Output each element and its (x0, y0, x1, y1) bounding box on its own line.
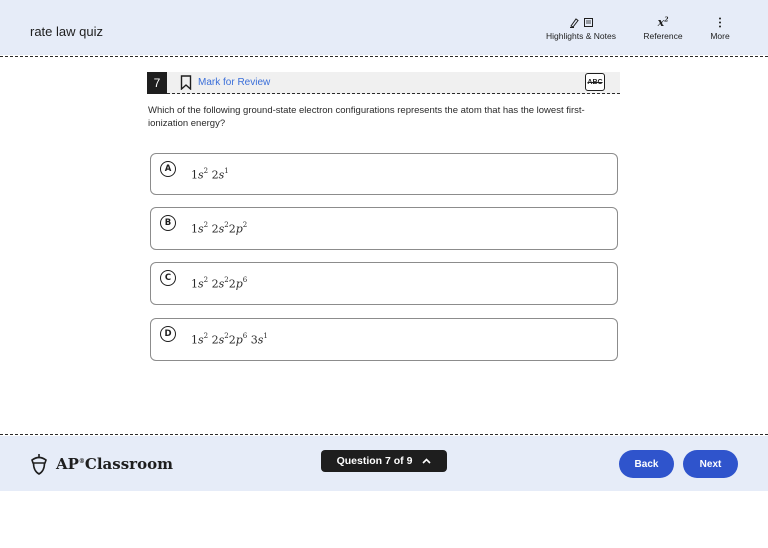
question-nav-label: Question 7 of 9 (336, 455, 413, 467)
answer-option-a[interactable]: A 1s2 2s1 (150, 153, 618, 195)
footer-divider (0, 434, 768, 435)
option-letter-c: C (160, 270, 176, 286)
answer-option-b[interactable]: B 1s2 2s22p2 (150, 207, 618, 250)
abc-label: ABC (587, 78, 603, 86)
answer-option-d[interactable]: D 1s2 2s22p6 3s1 (150, 318, 618, 361)
top-bar: rate law quiz Highlights & Notes x2 Refe… (0, 0, 768, 55)
question-navigator-button[interactable]: Question 7 of 9 (321, 450, 447, 472)
option-b-text: 1s2 2s22p2 (191, 221, 248, 236)
option-d-text: 1s2 2s22p6 3s1 (191, 332, 268, 347)
question-number: 7 (147, 72, 167, 94)
mark-for-review-button[interactable]: Mark for Review (180, 75, 270, 90)
option-letter-a: A (160, 161, 176, 177)
notes-icon (583, 18, 593, 27)
more-label: More (710, 31, 730, 41)
option-c-text: 1s2 2s22p6 (191, 276, 248, 291)
highlights-notes-button[interactable]: Highlights & Notes (538, 16, 624, 41)
quiz-title: rate law quiz (30, 24, 103, 39)
option-a-text: 1s2 2s1 (191, 167, 229, 182)
bookmark-icon (180, 75, 192, 90)
formula-icon: x2 (657, 16, 669, 29)
answer-eliminator-toggle[interactable]: ABC (585, 73, 605, 91)
ap-classroom-logo: AP®Classroom (30, 453, 173, 475)
question-bar: 7 Mark for Review ABC (147, 72, 620, 94)
more-button[interactable]: More (700, 16, 740, 41)
bottom-bar: AP®Classroom Question 7 of 9 Back Next (0, 436, 768, 491)
next-button[interactable]: Next (683, 450, 738, 478)
question-prompt: Which of the following ground-state elec… (148, 105, 585, 129)
answer-option-c[interactable]: C 1s2 2s22p6 (150, 262, 618, 305)
highlighter-icon (569, 18, 579, 28)
reference-button[interactable]: x2 Reference (638, 16, 688, 41)
acorn-icon (31, 454, 47, 475)
mark-for-review-label: Mark for Review (198, 77, 271, 88)
back-button[interactable]: Back (619, 450, 674, 478)
chevron-up-icon (422, 458, 431, 464)
option-letter-d: D (160, 326, 176, 342)
more-vertical-icon (719, 17, 721, 28)
brand-name: AP®Classroom (56, 455, 173, 473)
option-letter-b: B (160, 215, 176, 231)
highlights-notes-label: Highlights & Notes (546, 31, 616, 41)
header-divider (0, 56, 768, 57)
reference-label: Reference (643, 31, 683, 41)
